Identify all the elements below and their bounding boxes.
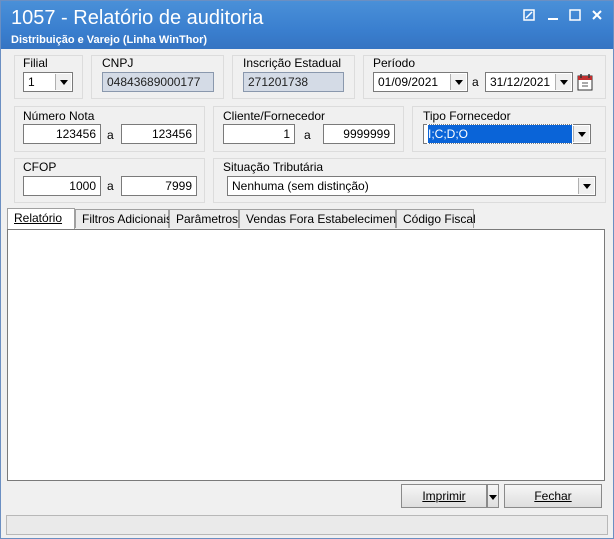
filial-value: 1 [28, 75, 35, 89]
inscricao-group: Inscrição Estadual 271201738 [232, 55, 355, 99]
cliente-to-field[interactable]: 9999999 [323, 124, 395, 144]
window: 1057 - Relatório de auditoria Distribuiç… [0, 0, 614, 539]
periodo-from-value: 01/09/2021 [378, 75, 439, 89]
tab-label: Parâmetros [176, 212, 239, 226]
inscricao-field[interactable]: 271201738 [243, 72, 344, 92]
situacao-select[interactable]: Nenhuma (sem distinção) [227, 176, 596, 196]
imprimir-dropdown-button[interactable] [487, 484, 499, 508]
imprimir-label: Imprimir [422, 489, 466, 503]
cliente-sep: a [304, 128, 311, 142]
tab-label: Relatório [14, 211, 63, 225]
maximize-icon[interactable] [567, 9, 583, 23]
tab-relatorio[interactable]: Relatório [7, 208, 75, 229]
tab-vendas-fora[interactable]: Vendas Fora Estabelecimento [239, 209, 406, 228]
numero-nota-from-field[interactable]: 123456 [23, 124, 101, 144]
window-title: 1057 - Relatório de auditoria [11, 7, 264, 29]
periodo-sep: a [472, 75, 479, 89]
calendar-icon[interactable] [576, 72, 594, 92]
chevron-down-icon[interactable] [450, 74, 466, 90]
periodo-to-field[interactable]: 31/12/2021 [485, 72, 573, 92]
tab-label: Vendas Fora Estabelecimento [246, 212, 407, 226]
periodo-from-field[interactable]: 01/09/2021 [373, 72, 468, 92]
situacao-label: Situação Tributária [223, 160, 324, 174]
title-bar: 1057 - Relatório de auditoria Distribuiç… [1, 1, 613, 49]
tab-label: Código Fiscal [403, 212, 476, 226]
inscricao-label: Inscrição Estadual [243, 56, 342, 70]
cfop-sep: a [107, 179, 114, 193]
periodo-label: Período [373, 56, 416, 70]
cliente-label: Cliente/Fornecedor [223, 109, 326, 123]
status-bar [6, 515, 608, 535]
tipo-fornecedor-value: I;C;D;O [427, 124, 573, 144]
cfop-group: CFOP 1000 a 7999 [14, 158, 205, 203]
cliente-group: Cliente/Fornecedor 1 a 9999999 [213, 106, 404, 152]
filial-select[interactable]: 1 [23, 72, 73, 92]
situacao-group: Situação Tributária Nenhuma (sem distinç… [213, 158, 606, 203]
tab-panel [7, 229, 605, 481]
chevron-down-icon[interactable] [573, 126, 589, 142]
tipo-fornecedor-group: Tipo Fornecedor I;C;D;O [412, 106, 606, 152]
cliente-from-field[interactable]: 1 [223, 124, 295, 144]
minimize-icon[interactable] [545, 9, 561, 23]
chevron-down-icon [489, 495, 497, 500]
situacao-value: Nenhuma (sem distinção) [232, 179, 369, 193]
cnpj-field[interactable]: 04843689000177 [102, 72, 214, 92]
filial-group: Filial 1 [14, 55, 83, 99]
cnpj-label: CNPJ [102, 56, 134, 70]
periodo-group: Período 01/09/2021 a 31/12/2021 [363, 55, 606, 99]
tab-filtros-adicionais[interactable]: Filtros Adicionais [75, 209, 173, 228]
numero-nota-label: Número Nota [23, 109, 95, 123]
close-icon[interactable] [589, 9, 605, 23]
cfop-label: CFOP [23, 160, 57, 174]
cfop-from-field[interactable]: 1000 [23, 176, 101, 196]
chevron-down-icon[interactable] [55, 74, 71, 90]
chevron-down-icon[interactable] [578, 178, 594, 194]
numero-nota-group: Número Nota 123456 a 123456 [14, 106, 205, 152]
fechar-button[interactable]: Fechar [504, 484, 602, 508]
periodo-to-value: 31/12/2021 [490, 75, 551, 89]
chevron-down-icon[interactable] [555, 74, 571, 90]
tab-parametros[interactable]: Parâmetros [169, 209, 239, 228]
cnpj-group: CNPJ 04843689000177 [91, 55, 224, 99]
imprimir-button[interactable]: Imprimir [401, 484, 487, 508]
tipo-fornecedor-select[interactable]: I;C;D;O [423, 124, 591, 144]
cfop-to-field[interactable]: 7999 [121, 176, 197, 196]
fechar-label: Fechar [534, 489, 572, 503]
numero-nota-sep: a [107, 128, 114, 142]
restore-icon[interactable] [521, 9, 537, 23]
tab-label: Filtros Adicionais [82, 212, 173, 226]
filial-label: Filial [23, 56, 48, 70]
tab-codigo-fiscal[interactable]: Código Fiscal [396, 209, 476, 228]
window-subtitle: Distribuição e Varejo (Linha WinThor) [11, 34, 208, 46]
numero-nota-to-field[interactable]: 123456 [121, 124, 197, 144]
tipo-fornecedor-label: Tipo Fornecedor [423, 109, 511, 123]
